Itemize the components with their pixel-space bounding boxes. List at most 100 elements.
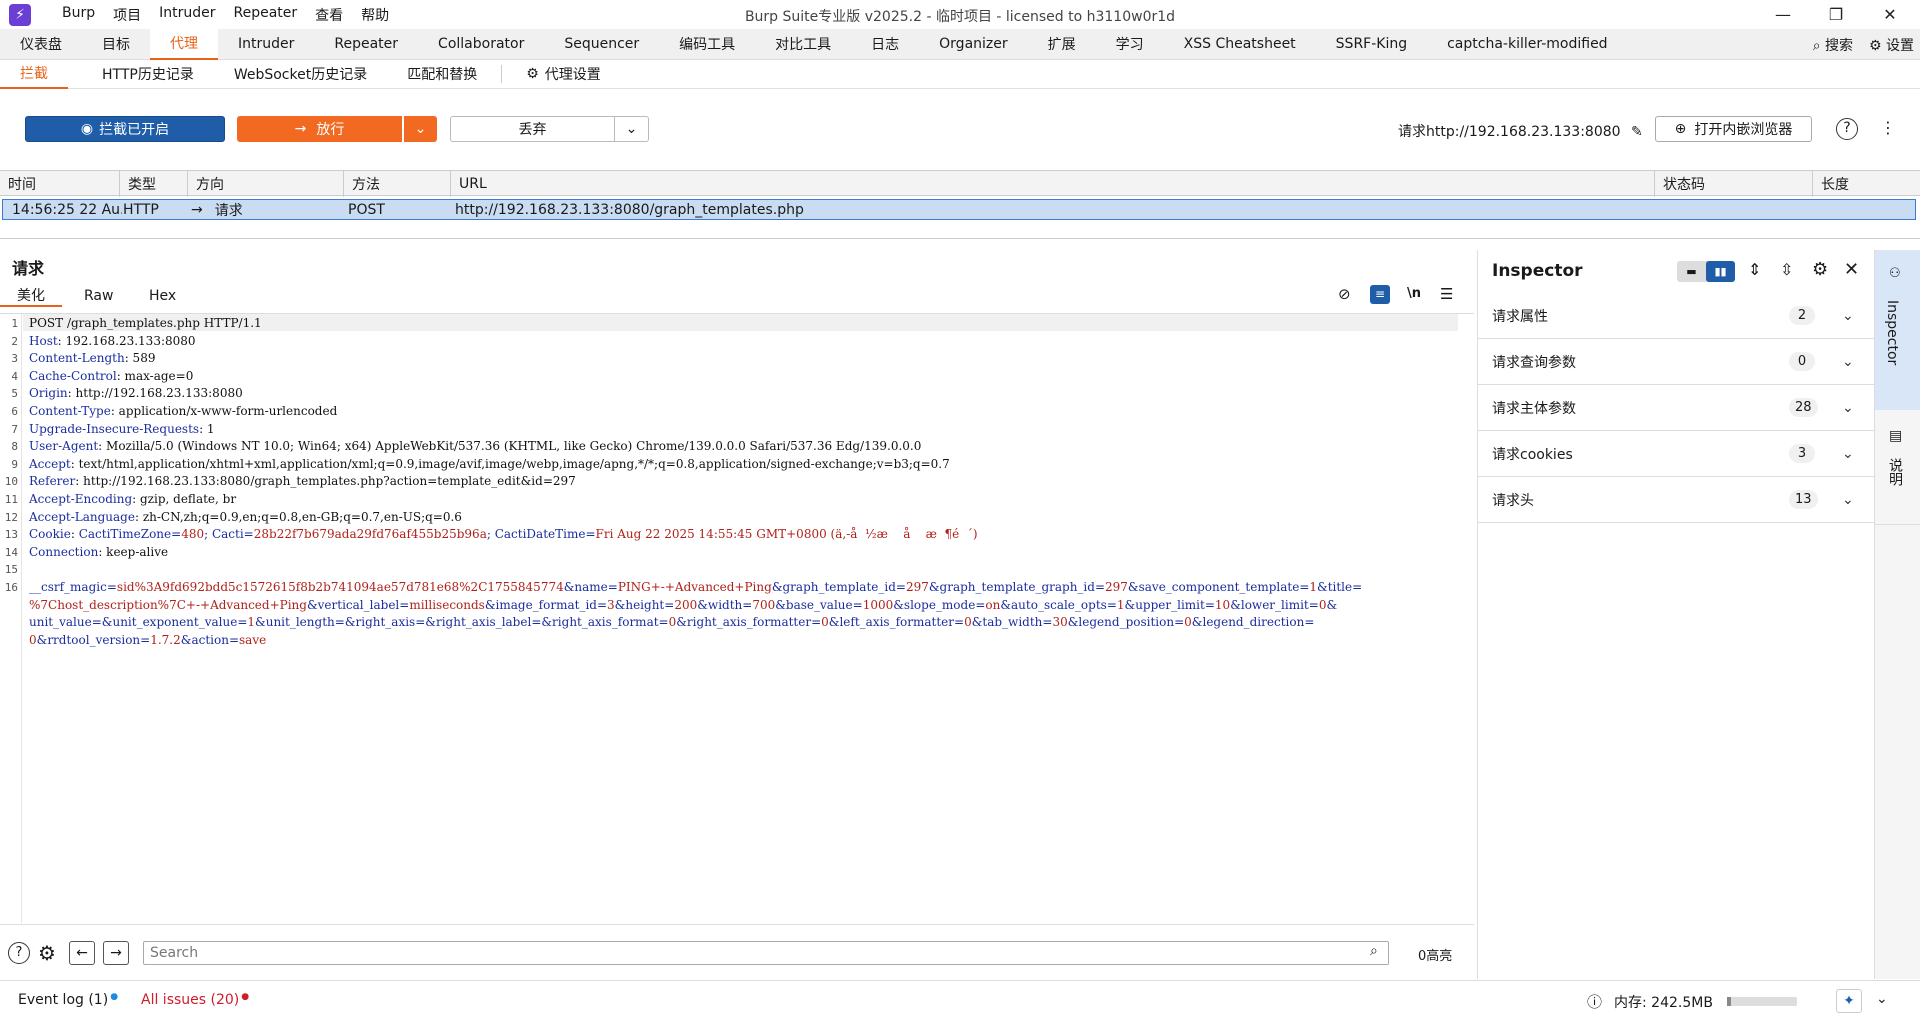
previous-arrow-button[interactable]: ← [69,941,95,965]
side-tab-inspector[interactable]: ⚇ Inspector [1875,250,1920,410]
global-controls: ⌕ 搜索 ⚙ 设置 [1813,29,1914,60]
hide-eye-icon[interactable]: ⊘ [1338,285,1351,303]
cookie-name: ; CactiDateTime= [486,527,596,542]
drop-button[interactable]: 丢弃 [450,116,615,142]
param-value: %7Chost_description%7C+-+Advanced+Ping [29,597,307,612]
param-name: &right_axis_label [425,615,532,630]
tab-proxy[interactable]: 代理 [150,28,218,60]
tab-extensions[interactable]: 扩展 [1028,29,1096,60]
tab-dashboard[interactable]: 仪表盘 [0,29,82,60]
header-value: : http://192.168.23.133:8080 [67,386,243,401]
menu-burp[interactable]: Burp [53,5,104,25]
menu-help[interactable]: 帮助 [352,5,398,25]
col-direction[interactable]: 方向 [188,171,344,197]
expand-all-icon[interactable]: ⇕ [1748,260,1761,279]
tab-decoder[interactable]: 编码工具 [659,29,755,60]
param-value: on [985,597,1001,612]
inspector-row-query-params[interactable]: 请求查询参数 0 ⌄ [1478,339,1874,385]
menu-intruder[interactable]: Intruder [150,5,224,25]
request-editor[interactable]: 1 2 3 4 5 6 7 8 9 10 11 12 13 14 15 16 POST /graph_temp… [0,313,1474,923]
edit-pencil-icon[interactable]: ✎ [1631,124,1643,140]
wrap-lines-icon[interactable]: ≡ [1370,285,1390,304]
subtab-websocket-history[interactable]: WebSocket历史记录 [214,60,387,89]
tab-sequencer[interactable]: Sequencer [544,29,659,60]
minimize-button[interactable]: — [1760,0,1806,29]
subtab-intercept[interactable]: 拦截 [0,60,68,89]
global-settings-button[interactable]: ⚙ 设置 [1869,35,1914,55]
close-window-button[interactable]: ✕ [1867,0,1913,29]
code-line: User-Agent: Mozilla/5.0 (Windows NT 10.0… [29,439,921,453]
collapse-all-icon[interactable]: ⇳ [1780,260,1793,279]
notes-icon: ▤ [1889,428,1903,444]
count-badge: 2 [1789,306,1815,325]
inspector-title: Inspector [1492,261,1583,281]
forward-dropdown-button[interactable]: ⌄ [403,116,437,142]
side-tab-notes[interactable]: ▤ 说明 [1875,410,1920,525]
more-options-icon[interactable]: ⋮ [1880,118,1896,137]
tab-raw[interactable]: Raw [84,285,113,307]
subtab-match-replace[interactable]: 匹配和替换 [387,60,497,89]
gear-icon[interactable]: ⚙ [1812,259,1828,280]
col-url[interactable]: URL [451,171,1655,197]
col-status[interactable]: 状态码 [1655,171,1813,197]
subtab-http-history[interactable]: HTTP历史记录 [82,60,214,89]
inspector-icon: ⚇ [1889,266,1901,281]
global-search-button[interactable]: ⌕ 搜索 [1813,35,1853,55]
search-input[interactable]: Search [143,941,1389,965]
inspector-row-body-params[interactable]: 请求主体参数 28 ⌄ [1478,385,1874,431]
restore-button[interactable]: ❐ [1813,0,1859,29]
layout-side-icon[interactable]: ▮▮ [1706,261,1735,282]
next-arrow-button[interactable]: → [103,941,129,965]
drop-dropdown-button[interactable]: ⌄ [614,116,649,142]
tab-comparer[interactable]: 对比工具 [755,29,851,60]
param-value: 200 [674,597,698,612]
newline-icon[interactable]: \n [1407,286,1421,301]
request-target: 请求http://192.168.23.133:8080 ✎ [1398,121,1643,141]
col-time[interactable]: 时间 [0,171,120,197]
code-line: Origin: http://192.168.23.133:8080 [29,386,243,400]
menu-icon[interactable]: ☰ [1440,285,1453,303]
code-line: unit_value=&unit_exponent_value=1&unit_l… [29,615,1314,629]
table-row[interactable]: 14:56:25 22 Au... HTTP → 请求 POST http://1… [2,199,1916,220]
param-equals: = [1174,615,1185,630]
tab-target[interactable]: 目标 [82,29,150,60]
close-icon[interactable]: ✕ [1844,259,1859,280]
inspector-row-cookies[interactable]: 请求cookies 3 ⌄ [1478,431,1874,477]
tab-organizer[interactable]: Organizer [919,29,1027,60]
ai-sparkle-icon[interactable]: ✦ [1836,989,1862,1013]
inspector-row-headers[interactable]: 请求头 13 ⌄ [1478,477,1874,523]
col-type[interactable]: 类型 [120,171,188,197]
forward-button[interactable]: → 放行 [237,116,402,142]
menu-repeater[interactable]: Repeater [225,5,307,25]
tab-captcha-killer[interactable]: captcha-killer-modified [1427,29,1627,60]
open-browser-button[interactable]: ⊕ 打开内嵌浏览器 [1655,116,1812,142]
layout-toggle[interactable]: ▮▮ ▬ [1677,261,1735,282]
menu-view[interactable]: 查看 [306,5,352,25]
intercept-toggle-button[interactable]: ◉ 拦截已开启 [25,116,225,142]
gear-icon[interactable]: ⚙ [38,941,56,965]
tab-repeater[interactable]: Repeater [314,29,418,60]
help-icon[interactable]: ? [8,942,30,964]
param-equals: = [91,615,102,630]
tab-hex[interactable]: Hex [149,285,176,307]
layout-stack-icon[interactable]: ▬ [1677,261,1706,282]
tab-xss-cheatsheet[interactable]: XSS Cheatsheet [1164,29,1316,60]
tab-ssrf-king[interactable]: SSRF-King [1316,29,1427,60]
inspector-row-request-attributes[interactable]: 请求属性 2 ⌄ [1478,293,1874,339]
tab-logger[interactable]: 日志 [851,29,919,60]
chevron-down-icon[interactable]: ⌄ [1876,991,1888,1007]
subtab-proxy-settings[interactable]: ⚙ 代理设置 [506,60,621,89]
tab-pretty[interactable]: 美化 [0,285,62,307]
tab-learn[interactable]: 学习 [1096,29,1164,60]
col-length[interactable]: 长度 [1813,171,1920,197]
tab-intruder[interactable]: Intruder [218,29,314,60]
event-log-link[interactable]: Event log (1) ● [18,992,118,1008]
help-icon[interactable]: ? [1836,118,1858,140]
menu-project[interactable]: 项目 [104,5,150,25]
tab-collaborator[interactable]: Collaborator [418,29,544,60]
col-method[interactable]: 方法 [344,171,451,197]
param-name: &tab_width [971,615,1043,630]
all-issues-link[interactable]: All issues (20) ● [141,992,249,1008]
info-icon[interactable]: ⓘ [1587,991,1602,1012]
request-line: POST /graph_templates.php HTTP/1.1 [29,316,262,330]
